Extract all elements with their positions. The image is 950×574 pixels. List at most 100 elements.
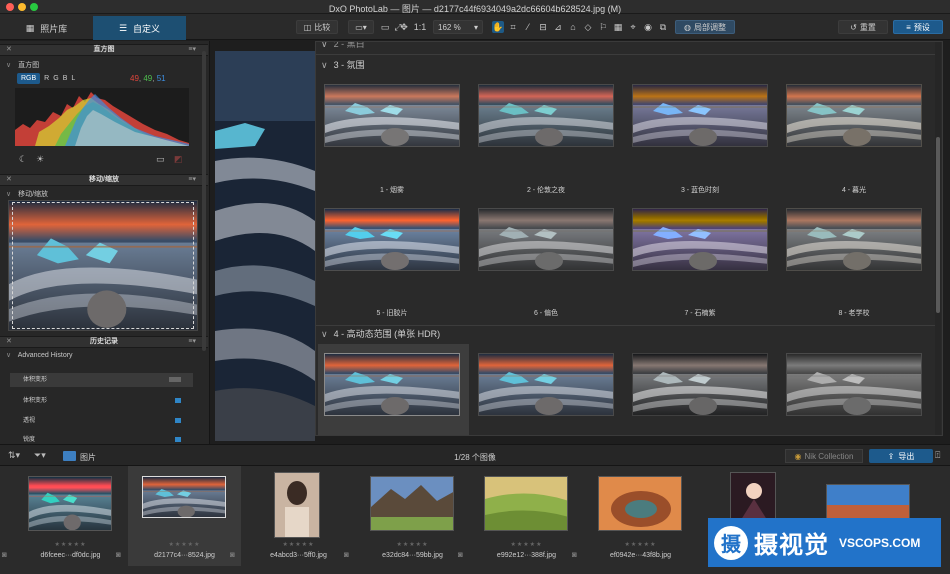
panel-menu-icon[interactable]: ≡▾ <box>188 175 196 185</box>
filmstrip-item[interactable]: ★★★★★ e992e12···388f.jpg ◙ <box>458 466 583 566</box>
sliders-icon: ☰ <box>118 22 128 33</box>
fit-screen-icon[interactable]: ▭ <box>379 21 391 33</box>
rating-stars[interactable]: ★★★★★ <box>242 541 355 548</box>
one-to-one-button[interactable]: 1:1 <box>413 21 427 33</box>
channel-rgb[interactable]: RGB <box>17 73 41 84</box>
preset-section-header[interactable]: ∨ 3 - 氛围 <box>316 57 936 73</box>
rating-stars[interactable]: ★★★★★ <box>128 541 241 548</box>
rating-stars[interactable]: ★★★★★ <box>584 541 697 548</box>
histogram-panel-header[interactable]: ✕ 直方图 ≡▾ <box>0 44 208 56</box>
close-panel-icon[interactable]: ✕ <box>6 337 12 347</box>
move-icon[interactable]: ✥ <box>398 21 410 33</box>
close-panel-icon[interactable]: ✕ <box>6 45 12 55</box>
local-adjustments-button[interactable]: ◍ 局部调整 <box>675 20 735 34</box>
preset-thumbnail[interactable] <box>632 84 768 147</box>
channel-b[interactable]: B <box>63 75 68 82</box>
film-thumbnail <box>28 476 112 531</box>
history-item[interactable]: 体积变形 <box>10 394 193 408</box>
rating-stars[interactable]: ★★★★★ <box>356 541 469 548</box>
clone-icon[interactable]: ⚐ <box>597 21 609 33</box>
navigator-viewport-frame[interactable] <box>12 202 194 329</box>
preset-thumbnail[interactable] <box>478 208 614 271</box>
preset-section-header[interactable]: ∨ 4 - 高动态范围 (单张 HDR) <box>316 326 936 342</box>
tab-photo-library[interactable]: ▦ 照片库 <box>0 16 93 40</box>
repair-icon[interactable]: ▦ <box>612 21 624 33</box>
history-item[interactable]: 体积变形 <box>10 373 193 387</box>
local-adjust-icon: ◍ <box>684 22 691 32</box>
white-balance-picker-icon[interactable]: ⁄ <box>522 21 534 33</box>
channel-r[interactable]: R <box>44 75 49 82</box>
chevron-down-icon: ∨ <box>321 329 328 339</box>
moon-icon[interactable]: ☾ <box>19 154 27 165</box>
rating-stars[interactable]: ★★★★★ <box>470 541 583 548</box>
section-divider <box>316 54 936 55</box>
share-icon[interactable]: ⍐ <box>935 450 940 461</box>
hand-tool-icon[interactable]: ✋ <box>492 21 504 33</box>
preset-thumbnail[interactable] <box>324 353 460 416</box>
channel-g[interactable]: G <box>53 75 58 82</box>
move-zoom-subheader[interactable]: ∨ 移动/缩放 <box>6 189 48 199</box>
filmstrip-item-selected[interactable]: ★★★★★ d2177c4···8524.jpg ◙ <box>116 466 241 566</box>
history-item-indicator <box>175 398 181 403</box>
preset-thumbnail[interactable] <box>632 208 768 271</box>
tab-customize[interactable]: ☰ 自定义 <box>93 16 186 40</box>
filmstrip-item[interactable]: ★★★★★ ef0942e···43f8b.jpg ◙ <box>572 466 697 566</box>
panel-menu-icon[interactable]: ≡▾ <box>188 45 196 55</box>
sun-icon[interactable]: ☀ <box>36 154 44 165</box>
preset-label: 5 - 旧胶片 <box>376 310 408 317</box>
reset-button[interactable]: ↺ 重置 <box>838 20 888 34</box>
filmstrip-item[interactable]: ★★★★★ d6fceec···df0dc.jpg ◙ <box>2 466 127 566</box>
preset-section-header-partial[interactable]: ∨ 2 - 黑白 <box>316 41 936 52</box>
volume-deformation-icon[interactable]: ⌂ <box>567 21 579 33</box>
move-zoom-panel-header[interactable]: ✕ 移动/缩放 ≡▾ <box>0 174 208 186</box>
filmstrip-item[interactable]: ★★★★★ e32dc84···59bb.jpg ◙ <box>344 466 469 566</box>
channel-l[interactable]: L <box>71 75 75 82</box>
perspective-tool-icon[interactable]: ⊿ <box>552 21 564 33</box>
presets-button[interactable]: ≡ 预设 <box>893 20 943 34</box>
presets-scrollbar-thumb[interactable] <box>936 137 940 313</box>
monitor-icon[interactable]: ▭ <box>156 154 165 165</box>
histogram-subheader[interactable]: ∨ 直方图 <box>6 60 39 70</box>
preset-label: 2 - 伦敦之夜 <box>526 187 566 194</box>
rating-stars[interactable]: ★★★★★ <box>14 541 127 548</box>
camera-icon: ◙ <box>116 550 121 559</box>
preset-thumbnail[interactable] <box>478 84 614 147</box>
preset-thumbnail[interactable] <box>786 208 922 271</box>
history-item[interactable]: 透视 <box>10 414 193 428</box>
zoom-select[interactable]: 162 % ▾ <box>433 20 483 34</box>
panel-menu-icon[interactable]: ≡▾ <box>188 337 196 347</box>
preset-thumbnail[interactable] <box>324 84 460 147</box>
chevron-down-icon: ∨ <box>321 41 328 49</box>
watermark-text: 摄视觉 <box>754 532 829 559</box>
film-thumbnail <box>274 472 320 538</box>
layout-button[interactable]: ▭▾ <box>348 20 374 34</box>
preset-label: 1 - 烟雾 <box>379 187 405 194</box>
horizon-tool-icon[interactable]: ⊟ <box>537 21 549 33</box>
compare-button[interactable]: ◫ 比较 <box>296 20 338 34</box>
camera-icon: ◙ <box>344 550 349 559</box>
crop-tool-icon[interactable]: ⌗ <box>507 21 519 33</box>
eye-icon[interactable]: ◉ <box>642 21 654 33</box>
undo-icon: ↺ <box>850 22 857 32</box>
blue-value: 51 <box>156 74 166 83</box>
history-icon[interactable]: ⧉ <box>657 21 669 33</box>
filmstrip-item[interactable]: ★★★★★ e4abcd3···5ff0.jpg ◙ <box>230 466 355 566</box>
export-button[interactable]: ⇪ 导出 <box>869 449 933 463</box>
nik-collection-button[interactable]: ◉ Nik Collection <box>785 449 863 463</box>
history-item[interactable]: 锐度 <box>10 433 193 443</box>
chevron-down-icon: ∨ <box>6 352 12 359</box>
soft-proof-icon[interactable]: ◩ <box>174 154 183 165</box>
presets-panel: ∨ 2 - 黑白 ∨ 3 - 氛围 1 - 烟雾 2 - 伦敦之夜 3 - 蓝色时刻… <box>315 41 943 436</box>
main-image-viewer[interactable] <box>215 51 315 441</box>
preset-thumbnail[interactable] <box>632 353 768 416</box>
history-subheader[interactable]: ∨ Advanced History <box>6 351 73 359</box>
preset-thumbnail[interactable] <box>324 208 460 271</box>
left-panel-scrollbar[interactable] <box>202 51 206 351</box>
preset-thumbnail[interactable] <box>786 84 922 147</box>
preset-thumbnail[interactable] <box>478 353 614 416</box>
retouch-icon[interactable]: ◇ <box>582 21 594 33</box>
close-panel-icon[interactable]: ✕ <box>6 175 12 185</box>
history-panel-header[interactable]: ✕ 历史记录 ≡▾ <box>0 336 208 348</box>
preset-thumbnail[interactable] <box>786 353 922 416</box>
eyedropper-icon[interactable]: ⌖ <box>627 21 639 33</box>
